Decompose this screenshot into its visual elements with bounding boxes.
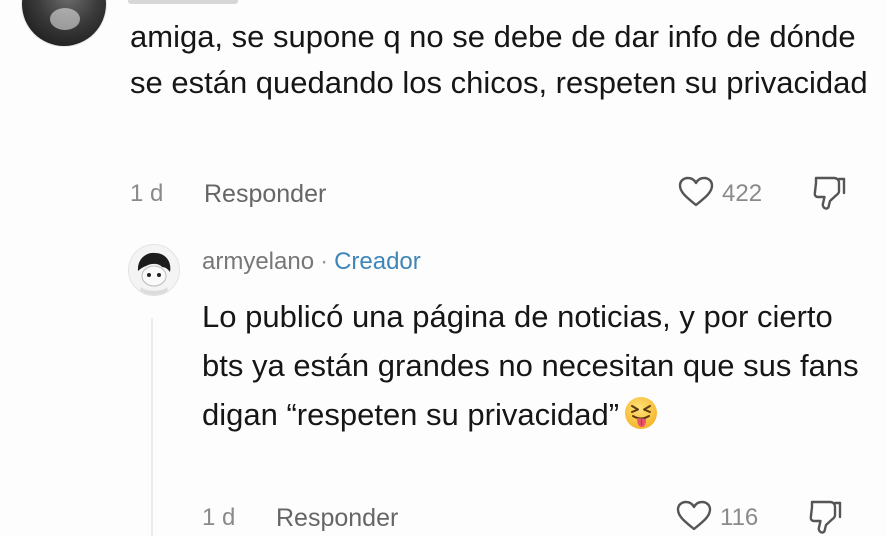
comment-thread: amiga, se supone q no se debe de dar inf…	[0, 0, 887, 536]
thumbs-down-outline-icon	[812, 174, 846, 215]
reply-dislike-button[interactable]	[808, 498, 842, 536]
reply-comment-time: 1 d	[202, 504, 236, 531]
header-separator: ·	[320, 248, 329, 275]
thumbs-down-outline-icon	[808, 498, 842, 536]
parent-dislike-button[interactable]	[812, 174, 846, 214]
parent-like-count: 422	[722, 180, 763, 207]
parent-comment-actions: 1 d Responder 422	[0, 174, 887, 214]
reply-reply-button[interactable]: Responder	[276, 498, 398, 536]
reply-like-count: 116	[720, 504, 759, 531]
parent-commenter-avatar[interactable]	[22, 0, 106, 46]
reply-like-button[interactable]: 116	[676, 498, 758, 536]
reply-username[interactable]: armyelano	[202, 248, 314, 275]
heart-outline-icon	[676, 500, 712, 536]
parent-comment-text: amiga, se supone q no se debe de dar inf…	[130, 19, 868, 100]
reply-commenter-avatar[interactable]	[128, 244, 180, 296]
cartoon-avatar-icon	[129, 245, 179, 295]
parent-username-cropped	[128, 0, 238, 4]
creator-badge: Creador	[334, 248, 421, 275]
parent-comment-time: 1 d	[130, 180, 164, 207]
parent-like-button[interactable]: 422	[678, 174, 762, 214]
reply-comment-text: Lo publicó una página de noticias, y por…	[202, 292, 872, 445]
avatar-highlight	[50, 8, 80, 30]
squinting-tongue-emoji-icon	[623, 395, 659, 445]
heart-outline-icon	[678, 176, 714, 213]
reply-comment-actions: 1 d Responder 116	[0, 498, 887, 536]
reply-comment-body: Lo publicó una página de noticias, y por…	[202, 299, 859, 432]
parent-reply-button[interactable]: Responder	[204, 174, 326, 214]
reply-header: armyelano · Creador	[202, 244, 421, 280]
